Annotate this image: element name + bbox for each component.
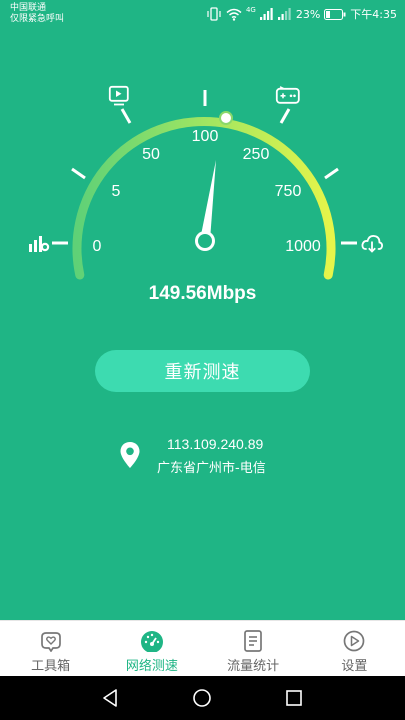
emergency-only-text: 仅限紧急呼叫 bbox=[10, 14, 65, 24]
tab-speed-test-label: 网络测速 bbox=[125, 659, 178, 674]
tab-settings[interactable]: 设置 bbox=[304, 621, 405, 676]
carrier-info: 中国联通 仅限紧急呼叫 bbox=[10, 3, 64, 25]
tab-traffic-stats[interactable]: 流量统计 bbox=[203, 621, 304, 676]
bottom-tab-bar: 工具箱 网络测速 流量统计 设置 bbox=[0, 620, 405, 676]
gauge-tick bbox=[324, 167, 339, 180]
gauge-tick bbox=[71, 167, 86, 180]
back-icon[interactable] bbox=[101, 688, 121, 708]
recents-icon[interactable] bbox=[284, 688, 304, 708]
heart-box-icon bbox=[40, 632, 61, 652]
location-info: 113.109.240.89 广东省广州市-电信 bbox=[120, 432, 300, 478]
play-circle-icon bbox=[344, 630, 365, 652]
retest-button[interactable]: 重新测速 bbox=[95, 350, 310, 392]
video-icon bbox=[108, 85, 129, 106]
cloud-download-icon bbox=[361, 235, 383, 253]
gauge-label-750: 750 bbox=[275, 183, 302, 200]
gauge-label-1000: 1000 bbox=[285, 238, 321, 255]
system-nav-bar bbox=[0, 676, 405, 720]
tab-toolbox[interactable]: 工具箱 bbox=[0, 621, 101, 676]
gauge-label-50: 50 bbox=[142, 146, 160, 163]
gauge-label-0: 0 bbox=[93, 238, 102, 255]
isp-location: 广东省广州市-电信 bbox=[157, 461, 266, 476]
location-pin-icon bbox=[120, 442, 140, 468]
signal-icon bbox=[259, 8, 273, 20]
tab-traffic-stats-label: 流量统计 bbox=[227, 659, 280, 674]
gauge-progress-dot bbox=[219, 111, 233, 125]
gauge-tick bbox=[120, 108, 132, 124]
vibrate-icon bbox=[207, 7, 221, 21]
carrier-name: 中国联通 bbox=[10, 3, 47, 13]
tab-toolbox-label: 工具箱 bbox=[31, 659, 71, 674]
status-icons: 4G 23% 下午4:35 bbox=[206, 6, 397, 22]
tab-speed-test[interactable]: 网络测速 bbox=[101, 621, 202, 676]
network-type-badge: 4G bbox=[245, 6, 256, 14]
game-icon bbox=[275, 86, 300, 104]
speedometer-icon bbox=[140, 631, 163, 652]
gauge-tick bbox=[279, 108, 291, 124]
signal-bars-icon bbox=[29, 236, 50, 252]
gauge-needle bbox=[195, 160, 216, 251]
home-icon[interactable] bbox=[192, 688, 212, 708]
document-icon bbox=[244, 630, 262, 652]
ip-address: 113.109.240.89 bbox=[167, 436, 264, 452]
battery-percent: 23% bbox=[295, 7, 321, 21]
gauge-label-5: 5 bbox=[112, 183, 121, 200]
wifi-icon bbox=[226, 8, 242, 21]
battery-icon bbox=[324, 8, 346, 20]
gauge-label-250: 250 bbox=[243, 146, 270, 163]
speed-result: 149.56Mbps bbox=[148, 283, 257, 304]
gauge-label-100: 100 bbox=[192, 128, 219, 145]
speed-gauge: 0 5 50 100 250 750 1000 bbox=[29, 85, 383, 280]
signal-icon-2 bbox=[277, 8, 291, 20]
status-bar: 中国联通 仅限紧急呼叫 4G 23% 下午4:35 bbox=[0, 0, 405, 28]
tab-settings-label: 设置 bbox=[341, 659, 368, 674]
clock: 下午4:35 bbox=[350, 8, 397, 21]
